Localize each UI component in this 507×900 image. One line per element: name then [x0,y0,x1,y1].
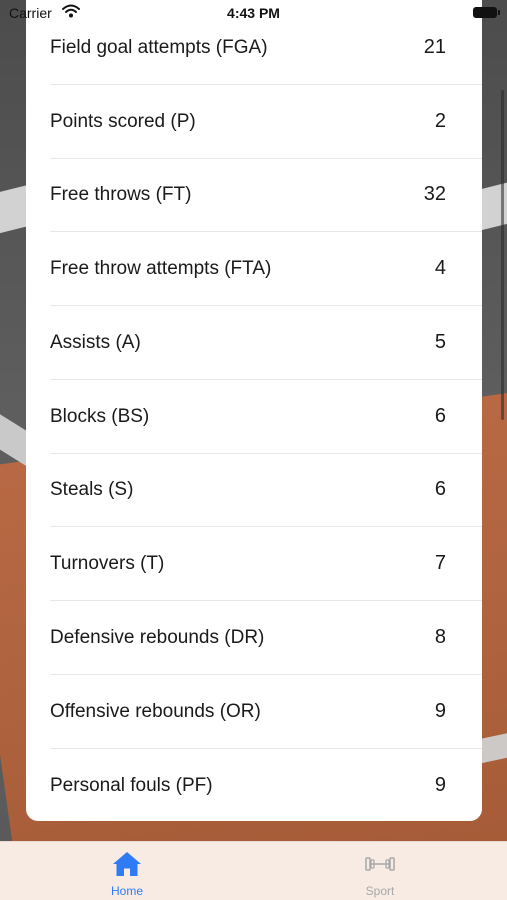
stat-value: 9 [434,774,446,796]
tab-sport-label: Sport [365,884,395,898]
stat-label: Free throws (FT) [50,184,192,205]
battery-icon [473,7,500,18]
stats-card: Field goal attempts (FGA) 21 Points scor… [26,0,482,821]
tab-home-label: Home [110,884,143,898]
stat-value: 6 [434,478,446,500]
status-time: 4:43 PM [227,5,280,21]
stat-value: 9 [434,700,446,722]
house-icon [67,850,187,878]
tab-bar: Home Sport [0,841,507,900]
stat-row[interactable]: Steals (S) 6 [50,453,482,527]
stat-row[interactable]: Blocks (BS) 6 [50,380,482,454]
tab-home[interactable]: Home [67,842,187,900]
stat-value: 7 [434,552,446,574]
stat-label: Turnovers (T) [50,553,165,574]
stat-row[interactable]: Free throw attempts (FTA) 4 [50,232,482,306]
stat-row[interactable]: Free throws (FT) 32 [50,158,482,232]
app-screen: Carrier 4:43 PM Field goal attempts (FGA… [0,0,507,900]
stat-label: Assists (A) [50,332,141,353]
status-bar: Carrier 4:43 PM [0,0,507,26]
stat-value: 32 [423,183,446,205]
stat-label: Free throw attempts (FTA) [50,258,272,279]
stat-row[interactable]: Turnovers (T) 7 [50,527,482,601]
stat-value: 8 [434,626,446,648]
dumbbell-icon [320,850,440,878]
stat-label: Defensive rebounds (DR) [50,627,265,648]
tab-sport[interactable]: Sport [320,842,440,900]
stat-row[interactable]: Defensive rebounds (DR) 8 [50,601,482,675]
stat-label: Blocks (BS) [50,406,150,427]
stat-label: Personal fouls (PF) [50,775,213,796]
stat-row[interactable]: Personal fouls (PF) 9 [50,749,482,822]
stat-value: 4 [434,257,446,279]
stat-label: Offensive rebounds (OR) [50,701,261,722]
stat-value: 5 [434,331,446,353]
scroll-indicator[interactable] [501,90,504,420]
stat-label: Steals (S) [50,479,134,500]
stat-value: 6 [434,405,446,427]
stat-value: 2 [434,110,446,132]
stat-row[interactable]: Assists (A) 5 [50,306,482,380]
stat-label: Points scored (P) [50,111,196,132]
stat-row[interactable]: Offensive rebounds (OR) 9 [50,675,482,749]
stat-row[interactable]: Points scored (P) 2 [50,85,482,159]
